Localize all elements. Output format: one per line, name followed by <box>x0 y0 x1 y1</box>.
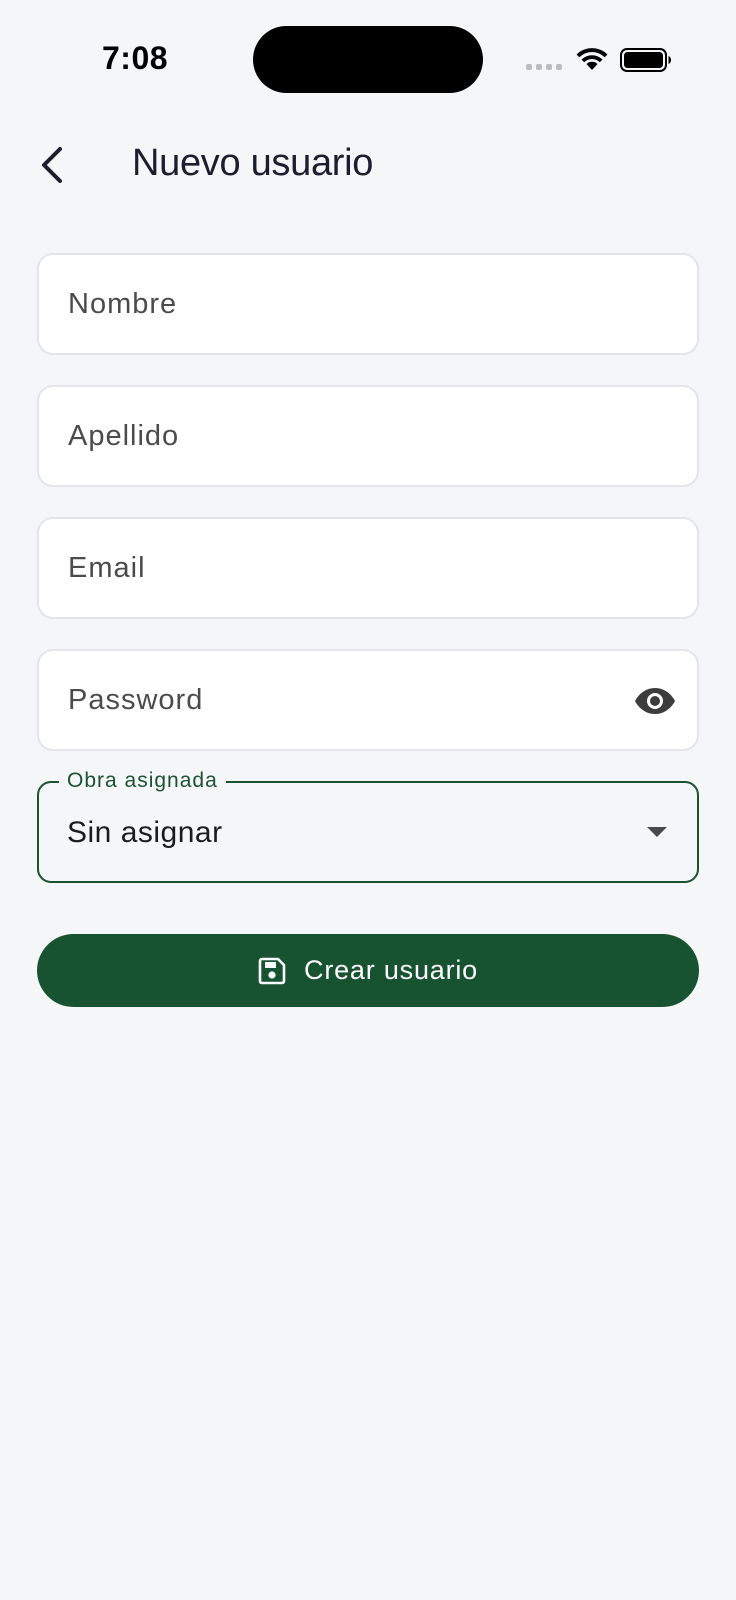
password-input[interactable] <box>39 651 697 749</box>
create-user-button-label: Crear usuario <box>304 955 478 985</box>
back-button[interactable] <box>32 140 72 190</box>
save-icon <box>258 957 286 985</box>
apellido-input[interactable] <box>39 387 697 485</box>
apellido-field-container <box>37 385 699 487</box>
dynamic-island <box>253 26 483 93</box>
cellular-signal-icon <box>526 64 562 70</box>
caret-down-icon <box>647 827 667 837</box>
obra-select-value: Sin asignar <box>67 816 223 849</box>
email-input[interactable] <box>39 519 697 617</box>
app-header: Nuevo usuario <box>0 130 736 200</box>
obra-select[interactable]: Obra asignada Sin asignar <box>37 769 699 883</box>
page-title: Nuevo usuario <box>132 142 374 184</box>
battery-icon <box>620 48 671 72</box>
nombre-input[interactable] <box>39 255 697 353</box>
password-visibility-toggle[interactable] <box>633 681 677 721</box>
create-user-button[interactable]: Crear usuario <box>37 934 699 1007</box>
status-bar: 7:08 <box>0 0 736 120</box>
wifi-icon <box>576 48 608 70</box>
nombre-field-container <box>37 253 699 355</box>
password-field-container <box>37 649 699 751</box>
obra-select-label: Obra asignada <box>59 769 226 793</box>
chevron-left-icon <box>42 147 62 183</box>
eye-icon <box>635 688 675 714</box>
email-field-container <box>37 517 699 619</box>
status-time: 7:08 <box>102 40 169 76</box>
new-user-screen: 7:08 Nuevo usuario Nombre Apellido Email… <box>0 0 736 1600</box>
